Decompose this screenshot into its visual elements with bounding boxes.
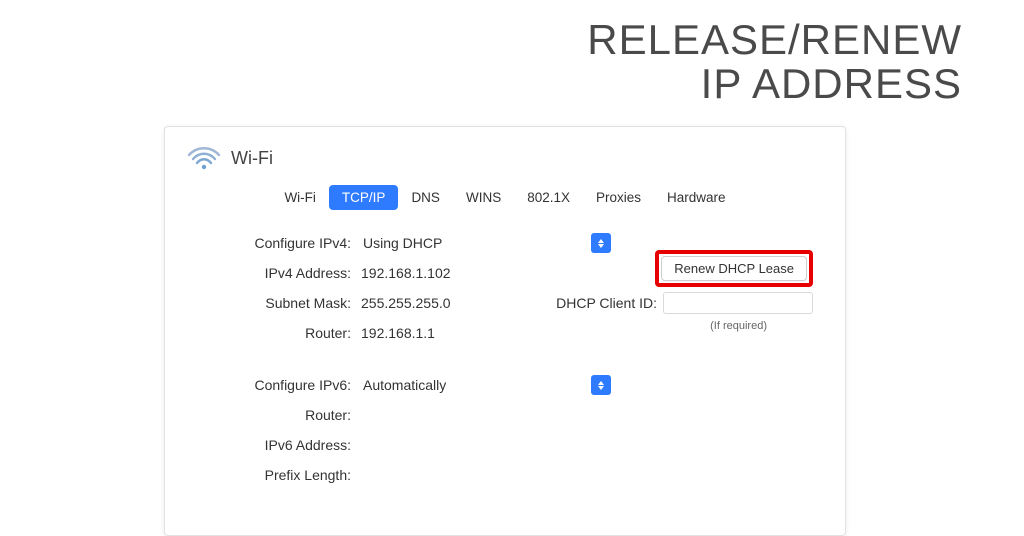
renew-dhcp-lease-button[interactable]: Renew DHCP Lease (661, 256, 807, 281)
tab-bar: Wi-Fi TCP/IP DNS WINS 802.1X Proxies Har… (183, 185, 827, 210)
subnet-mask-value: 255.255.255.0 (361, 295, 541, 311)
row-prefix-length: Prefix Length: (183, 460, 827, 490)
row-ipv6-address: IPv6 Address: (183, 430, 827, 460)
network-advanced-panel: Wi-Fi Wi-Fi TCP/IP DNS WINS 802.1X Proxi… (164, 126, 846, 536)
dhcp-client-id-label: DHCP Client ID: (556, 295, 657, 311)
ipv6-router-label: Router: (183, 407, 361, 423)
form-area: Configure IPv4: Using DHCP IPv4 Address:… (183, 228, 827, 490)
chevron-updown-icon (591, 375, 611, 395)
ipv4-router-label: Router: (183, 325, 361, 341)
ipv6-address-label: IPv6 Address: (183, 437, 361, 453)
tab-proxies[interactable]: Proxies (583, 185, 654, 210)
page-title-line2: IP ADDRESS (701, 60, 962, 107)
wifi-icon (187, 145, 221, 171)
configure-ipv4-label: Configure IPv4: (183, 235, 361, 251)
page-title-line1: RELEASE/RENEW (587, 16, 962, 63)
tab-wins[interactable]: WINS (453, 185, 514, 210)
tab-tcpip[interactable]: TCP/IP (329, 185, 399, 210)
configure-ipv4-select[interactable]: Using DHCP (361, 232, 611, 254)
tab-dns[interactable]: DNS (398, 185, 453, 210)
configure-ipv6-value: Automatically (361, 377, 591, 393)
page-title: RELEASE/RENEW IP ADDRESS (587, 18, 962, 106)
configure-ipv6-label: Configure IPv6: (183, 377, 361, 393)
prefix-length-label: Prefix Length: (183, 467, 361, 483)
subnet-mask-label: Subnet Mask: (183, 295, 361, 311)
configure-ipv4-value: Using DHCP (361, 235, 591, 251)
dhcp-client-id-row: DHCP Client ID: (556, 292, 813, 314)
row-configure-ipv6: Configure IPv6: Automatically (183, 370, 827, 400)
ipv4-address-value: 192.168.1.102 (361, 265, 541, 281)
ipv4-router-value: 192.168.1.1 (361, 325, 541, 341)
dhcp-if-required-note: (If required) (710, 320, 767, 332)
dhcp-client-id-input[interactable] (663, 292, 813, 314)
tab-wifi[interactable]: Wi-Fi (271, 185, 328, 210)
ipv4-address-label: IPv4 Address: (183, 265, 361, 281)
tab-8021x[interactable]: 802.1X (514, 185, 583, 210)
tab-hardware[interactable]: Hardware (654, 185, 739, 210)
renew-highlight: Renew DHCP Lease (655, 250, 813, 287)
panel-header: Wi-Fi (183, 141, 827, 181)
configure-ipv6-select[interactable]: Automatically (361, 374, 611, 396)
chevron-updown-icon (591, 233, 611, 253)
panel-title: Wi-Fi (231, 148, 273, 169)
row-ipv6-router: Router: (183, 400, 827, 430)
